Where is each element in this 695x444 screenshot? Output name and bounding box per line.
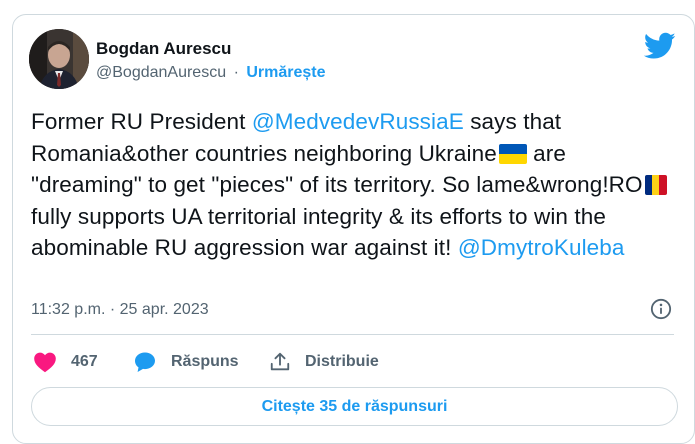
heart-icon — [34, 352, 56, 373]
romania-flag-icon — [644, 175, 667, 195]
ukraine-flag-icon — [498, 143, 527, 164]
twitter-bird-icon[interactable] — [644, 32, 676, 60]
share-label: Distribuie — [305, 353, 379, 370]
mention-link[interactable]: @DmytroKuleba — [458, 235, 625, 260]
reply-label: Răspuns — [171, 353, 239, 370]
read-replies-button[interactable]: Citește 35 de răspunsuri — [31, 387, 678, 426]
tweet-text-part: Former RU President — [31, 109, 252, 134]
author-name[interactable]: Bogdan Aurescu — [96, 39, 231, 59]
mention-link[interactable]: @MedvedevRussiaE — [252, 109, 464, 134]
handle-row: @BogdanAurescu · Urmărește — [96, 64, 326, 82]
follow-button[interactable]: Urmărește — [246, 64, 325, 81]
divider — [31, 334, 674, 335]
reply-button[interactable]: Răspuns — [133, 348, 239, 376]
author-handle[interactable]: @BogdanAurescu — [96, 64, 226, 81]
like-count: 467 — [71, 353, 98, 370]
timestamp-separator: · — [109, 301, 116, 318]
handle-separator: · — [233, 64, 239, 81]
info-icon[interactable] — [650, 298, 672, 320]
tweet-text: Former RU President @MedvedevRussiaE say… — [31, 106, 671, 264]
speech-bubble-icon — [135, 352, 155, 372]
share-button[interactable]: Distribuie — [269, 348, 379, 376]
tweet-date: 25 apr. 2023 — [119, 301, 209, 318]
share-upload-icon — [270, 352, 290, 371]
avatar[interactable] — [29, 29, 89, 89]
tweet-timestamp[interactable]: 11:32 p.m. · 25 apr. 2023 — [31, 301, 209, 319]
tweet-time: 11:32 p.m. — [31, 301, 106, 318]
like-button[interactable]: 467 — [33, 348, 98, 376]
